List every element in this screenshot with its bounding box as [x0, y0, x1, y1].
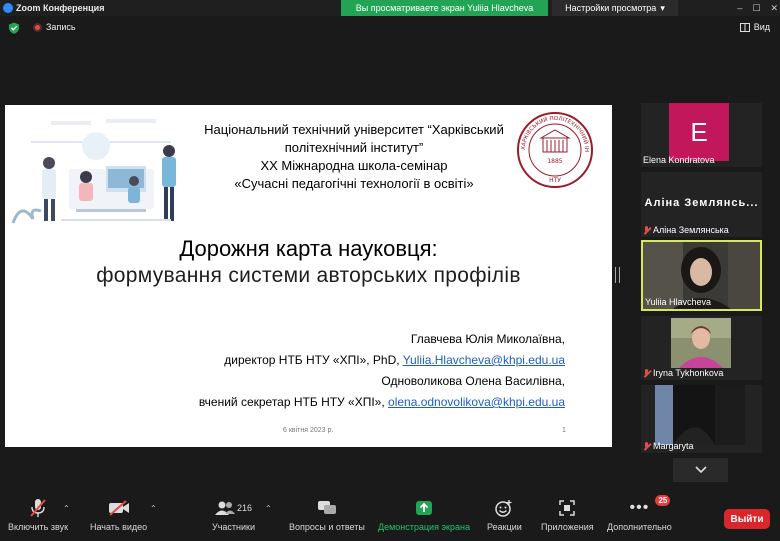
qa-chat-icon [317, 501, 336, 514]
security-shield-icon[interactable] [8, 22, 20, 34]
split-resize-handle[interactable] [615, 267, 620, 283]
participant-name-label: Elena Kondratova [643, 155, 715, 165]
participant-name-label: Yuliia Hlavcheva [645, 297, 712, 307]
seal-year: 1885 [547, 158, 562, 165]
unmute-button[interactable]: Включить звук [8, 497, 68, 532]
author-role: вчений секретар НТБ НТУ «ХПІ», [198, 395, 385, 409]
seal-abbr: НТУ [549, 177, 561, 184]
chevron-down-icon [694, 466, 707, 474]
more-button[interactable]: ••• 25 Дополнительно [607, 495, 672, 532]
participant-video [655, 385, 745, 445]
share-screen-icon [415, 501, 432, 515]
slide-title: Дорожня карта науковця: [179, 236, 438, 261]
mic-muted-icon [643, 441, 650, 451]
author-role: директор НТБ НТУ «ХПІ», PhD, [224, 353, 400, 367]
window-controls: – ☐ ✕ [737, 0, 778, 16]
mic-muted-icon [643, 368, 650, 378]
recording-indicator[interactable]: Запись [33, 22, 76, 32]
meeting-toolbar: Включить звук ⌃ Начать видео ⌃ 216 Участ… [0, 495, 780, 541]
share-screen-button[interactable]: Демонстрация экрана [378, 497, 470, 532]
mic-off-icon [30, 499, 46, 517]
seminar-line: «Сучасні педагогічні технології в освіті… [234, 176, 474, 191]
close-icon[interactable]: ✕ [770, 3, 778, 14]
zoom-logo-icon [3, 3, 13, 13]
author-role-line: директор НТБ НТУ «ХПІ», PhD, Yuliia.Hlav… [199, 350, 565, 371]
university-heading: Національний технічний університет “Харк… [189, 121, 519, 193]
video-off-icon [108, 500, 129, 516]
unmute-label: Включить звук [8, 522, 69, 532]
lab-illustration [11, 111, 191, 235]
viewing-banner: Вы просматриваете экран Yuliia Hlavcheva [341, 0, 548, 16]
author-name: Главчева Юлія Миколаївна, [410, 332, 565, 346]
participant-name: Yuliia Hlavcheva [645, 297, 711, 307]
apps-label: Приложения [541, 522, 594, 532]
more-label: Дополнительно [607, 522, 672, 532]
author-role-line: вчений секретар НТБ НТУ «ХПІ», olena.odn… [199, 392, 565, 413]
author-name: Одноволикова Олена Василівна, [381, 374, 565, 388]
view-settings-label: Настройки просмотра [565, 3, 657, 13]
participant-name-label: Iryna Tykhonkova [653, 368, 724, 378]
slide-subtitle: формування системи авторських профілів [96, 264, 521, 287]
audio-options-caret-icon[interactable]: ⌃ [63, 504, 70, 513]
more-dots-icon: ••• [629, 499, 650, 516]
participant-name: Elena Kondratova [643, 155, 715, 165]
participant-tile[interactable]: Iryna Tykhonkova [641, 316, 762, 380]
view-button[interactable]: Вид [739, 22, 770, 32]
share-screen-label: Демонстрация экрана [378, 522, 470, 532]
apps-button[interactable]: Приложения [541, 497, 594, 532]
university-line: політехнічний інститут” [284, 140, 424, 155]
participant-name-label: Margaryta [653, 441, 694, 451]
participant-tile[interactable]: Аліна Землянсь... Аліна Землянська [641, 172, 762, 237]
participant-tile-active-speaker[interactable]: Yuliia Hlavcheva [641, 240, 762, 311]
minimize-icon[interactable]: – [737, 3, 742, 13]
leave-meeting-button[interactable]: Выйти [724, 509, 770, 529]
qa-label: Вопросы и ответы [289, 522, 365, 532]
university-seal-logo: ХАРКІВСЬКИЙ ПОЛІТЕХНІЧНИЙ ІНСТИТУТ 1885 … [515, 110, 593, 188]
shared-screen-slide: Національний технічний університет “Харк… [5, 105, 612, 447]
window-title: Zoom Конференция [16, 3, 105, 13]
reactions-button[interactable]: Реакции [487, 497, 522, 532]
participants-label: Участники [212, 522, 255, 532]
start-video-button[interactable]: Начать видео [90, 497, 147, 532]
view-label: Вид [753, 22, 770, 32]
qa-button[interactable]: Вопросы и ответы [289, 497, 365, 532]
grid-view-icon [739, 22, 750, 32]
mic-muted-icon [643, 225, 650, 235]
slide-page-number: 1 [562, 427, 566, 434]
record-label: Запись [46, 22, 76, 32]
svg-text:ХАРКІВСЬКИЙ ПОЛІТЕХНІЧНИЙ ІНСТ: ХАРКІВСЬКИЙ ПОЛІТЕХНІЧНИЙ ІНСТИТУТ [515, 110, 589, 152]
authors-block: Главчева Юлія Миколаївна, директор НТБ Н… [199, 329, 565, 413]
reactions-label: Реакции [487, 522, 522, 532]
author-email-link[interactable]: olena.odnovolikova@khpi.edu.ua [388, 395, 565, 409]
slide-date: 6 квітня 2023 р. [283, 427, 334, 434]
reactions-smiley-icon [495, 500, 512, 517]
participant-photo [671, 318, 731, 368]
chevron-down-icon: ▾ [660, 2, 665, 13]
participant-tile[interactable]: E Elena Kondratova [641, 103, 762, 167]
author-email-link[interactable]: Yuliia.Hlavcheva@khpi.edu.ua [403, 353, 565, 367]
participant-name-label: Аліна Землянська [653, 225, 729, 235]
view-settings-button[interactable]: Настройки просмотра ▾ [552, 0, 678, 16]
participants-count: 216 [236, 503, 253, 513]
scroll-participants-down-button[interactable] [673, 458, 728, 482]
maximize-icon[interactable]: ☐ [752, 3, 760, 14]
seal-text: ХАРКІВСЬКИЙ ПОЛІТЕХНІЧНИЙ ІНСТИТУТ [515, 110, 589, 152]
participants-button[interactable]: 216 Участники [212, 497, 255, 532]
apps-icon [559, 500, 576, 516]
seminar-line: XX Міжнародна школа-семінар [260, 158, 448, 173]
notification-badge: 25 [655, 495, 671, 506]
university-line: Національний технічний університет “Харк… [204, 122, 504, 137]
participant-tile[interactable]: Margaryta [641, 385, 762, 453]
participants-options-caret-icon[interactable]: ⌃ [265, 504, 272, 513]
video-options-caret-icon[interactable]: ⌃ [150, 504, 157, 513]
start-video-label: Начать видео [90, 522, 148, 532]
participant-display-name: Аліна Землянсь... [644, 197, 759, 209]
participant-name: Аліна Землянська [643, 225, 729, 235]
participant-name: Margaryta [643, 441, 694, 451]
participant-name: Iryna Tykhonkova [643, 368, 723, 378]
avatar: E [669, 103, 729, 161]
participants-icon [214, 501, 235, 515]
record-icon [33, 22, 42, 32]
